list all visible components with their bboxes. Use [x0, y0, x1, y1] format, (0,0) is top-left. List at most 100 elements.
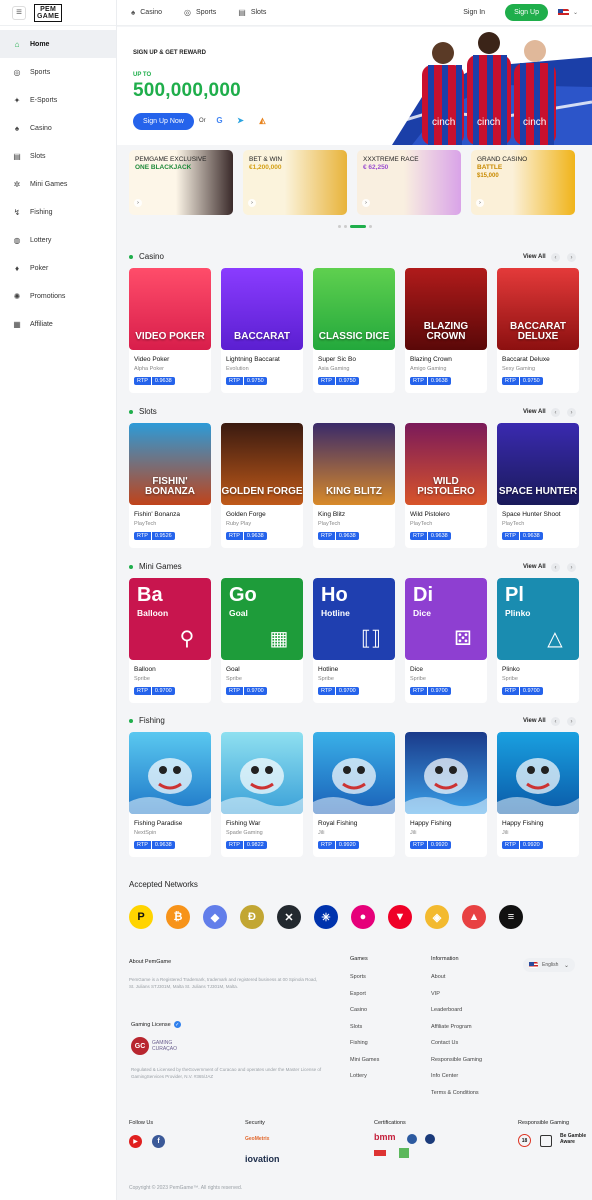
game-thumbnail[interactable]: Di Dice ⚄	[405, 578, 487, 660]
chevron-left-icon[interactable]: ‹	[551, 717, 560, 726]
sidebar-item-affiliate[interactable]: ▦ Affiliate	[0, 310, 116, 338]
game-thumbnail[interactable]	[405, 732, 487, 814]
game-thumbnail[interactable]: VIDEO POKER	[129, 268, 211, 350]
promo-card[interactable]: PEMGAME EXCLUSIVE ONE BLACKJACK ›	[129, 150, 233, 215]
game-thumbnail[interactable]	[129, 732, 211, 814]
sidebar-item-fishing[interactable]: ↯ Fishing	[0, 198, 116, 226]
game-card[interactable]: Pl Plinko △ Plinko Spribe RTP 0.9700	[497, 578, 579, 703]
footer-info-link[interactable]: Terms & Conditions	[431, 1090, 479, 1096]
game-card[interactable]: BLAZING CROWN Blazing Crown Amigo Gaming RT…	[405, 268, 487, 393]
footer-info-link[interactable]: Leaderboard	[431, 1007, 462, 1013]
game-thumbnail[interactable]: BLAZING CROWN	[405, 268, 487, 350]
sidebar-item-promotions[interactable]: ✺ Promotions	[0, 282, 116, 310]
google-login-icon[interactable]: G	[214, 115, 225, 126]
game-thumbnail[interactable]: Pl Plinko △	[497, 578, 579, 660]
game-card[interactable]: VIDEO POKER Video Poker Alpha Poker RTP 0.96…	[129, 268, 211, 393]
sidebar-item-lottery[interactable]: ◍ Lottery	[0, 226, 116, 254]
game-card[interactable]: Happy Fishing Jili RTP 0.9920	[405, 732, 487, 857]
footer-info-link[interactable]: Affiliate Program	[431, 1024, 472, 1030]
game-thumbnail[interactable]: SPACE HUNTER	[497, 423, 579, 505]
footer-games-link[interactable]: Slots	[350, 1024, 362, 1030]
game-thumbnail[interactable]	[497, 732, 579, 814]
top-nav-sports[interactable]: ◎ Sports	[184, 8, 216, 17]
game-thumbnail[interactable]	[221, 732, 303, 814]
top-nav-casino[interactable]: ♠ Casino	[131, 8, 162, 17]
footer-games-link[interactable]: Lottery	[350, 1073, 367, 1079]
arrow-right-icon[interactable]: ›	[248, 199, 256, 207]
footer-info-link[interactable]: About	[431, 974, 445, 980]
chevron-right-icon[interactable]: ›	[567, 408, 576, 417]
footer-info-link[interactable]: Info Center	[431, 1073, 458, 1079]
game-thumbnail[interactable]: Ho Hotline ⟦⟧	[313, 578, 395, 660]
chevron-left-icon[interactable]: ‹	[551, 563, 560, 572]
game-thumbnail[interactable]: Go Goal ▦	[221, 578, 303, 660]
youtube-icon[interactable]: ▶	[129, 1135, 142, 1148]
chevron-right-icon[interactable]: ›	[567, 563, 576, 572]
arrow-right-icon[interactable]: ›	[476, 199, 484, 207]
arrow-right-icon[interactable]: ›	[134, 199, 142, 207]
metamask-login-icon[interactable]: ◭	[257, 115, 268, 126]
game-card[interactable]: FISHIN' BONANZA Fishin' Bonanza PlayTech RT…	[129, 423, 211, 548]
promo-card[interactable]: BET & WIN €1,200,000 ›	[243, 150, 347, 215]
game-card[interactable]: SPACE HUNTER Space Hunter Shoot PlayTech RT…	[497, 423, 579, 548]
game-card[interactable]: CLASSIC DICE Super Sic Bo Asia Gaming RTP 0.…	[313, 268, 395, 393]
view-all-casino[interactable]: View All	[523, 254, 546, 260]
hero-signup-button[interactable]: Sign Up Now	[133, 113, 194, 130]
chevron-left-icon[interactable]: ‹	[551, 253, 560, 262]
game-card[interactable]: Fishing Paradise NextSpin RTP 0.9638	[129, 732, 211, 857]
footer-games-link[interactable]: Mini Games	[350, 1057, 379, 1063]
sidebar-item-slots[interactable]: ▤ Slots	[0, 142, 116, 170]
game-thumbnail[interactable]: GOLDEN FORGE	[221, 423, 303, 505]
game-card[interactable]: Ba Balloon ⚲ Balloon Spribe RTP 0.9700	[129, 578, 211, 703]
game-card[interactable]: Di Dice ⚄ Dice Spribe RTP 0.9700	[405, 578, 487, 703]
game-card[interactable]: Happy Fishing Jili RTP 0.9920	[497, 732, 579, 857]
game-card[interactable]: Royal Fishing Jili RTP 0.9920	[313, 732, 395, 857]
footer-info-link[interactable]: VIP	[431, 991, 440, 997]
carousel-dot[interactable]	[338, 225, 341, 228]
language-selector[interactable]: ⌄	[557, 8, 578, 17]
view-all-fishing[interactable]: View All	[523, 718, 546, 724]
chevron-right-icon[interactable]: ›	[567, 717, 576, 726]
game-card[interactable]: BACCARAT DELUXE Baccarat Deluxe Sexy Gamin…	[497, 268, 579, 393]
sign-in-link[interactable]: Sign In	[463, 9, 485, 16]
carousel-dot[interactable]	[369, 225, 372, 228]
chevron-right-icon[interactable]: ›	[567, 253, 576, 262]
sidebar-item-sports[interactable]: ◎ Sports	[0, 58, 116, 86]
menu-toggle-icon[interactable]: ≡	[12, 5, 26, 20]
pemgame-logo[interactable]: PEM GAME	[34, 3, 63, 22]
game-card[interactable]: Fishing War Spade Gaming RTP 0.9822	[221, 732, 303, 857]
game-card[interactable]: KING BLITZ King Blitz PlayTech RTP 0.9638	[313, 423, 395, 548]
game-card[interactable]: Go Goal ▦ Goal Spribe RTP 0.9700	[221, 578, 303, 703]
facebook-icon[interactable]: f	[152, 1135, 165, 1148]
sidebar-item-poker[interactable]: ♦ Poker	[0, 254, 116, 282]
carousel-dot[interactable]	[344, 225, 347, 228]
sidebar-item-e-sports[interactable]: ✦ E-Sports	[0, 86, 116, 114]
arrow-right-icon[interactable]: ›	[362, 199, 370, 207]
footer-games-link[interactable]: Fishing	[350, 1040, 368, 1046]
game-card[interactable]: GOLDEN FORGE Golden Forge Ruby Play RTP 0.96…	[221, 423, 303, 548]
top-nav-slots[interactable]: ▤ Slots	[238, 8, 266, 17]
game-thumbnail[interactable]: BACCARAT	[221, 268, 303, 350]
promo-card[interactable]: GRAND CASINO BATTLE $15,000 ›	[471, 150, 575, 215]
game-thumbnail[interactable]: FISHIN' BONANZA	[129, 423, 211, 505]
promo-card[interactable]: XXXTREME RACE € 62,250 ›	[357, 150, 461, 215]
sidebar-item-mini-games[interactable]: ✲ Mini Games	[0, 170, 116, 198]
game-card[interactable]: WILD PISTOLERO Wild Pistolero PlayTech RTP 0…	[405, 423, 487, 548]
game-thumbnail[interactable]: Ba Balloon ⚲	[129, 578, 211, 660]
game-thumbnail[interactable]	[313, 732, 395, 814]
footer-info-link[interactable]: Responsible Gaming	[431, 1057, 482, 1063]
sign-up-button[interactable]: Sign Up	[505, 4, 548, 21]
game-card[interactable]: Ho Hotline ⟦⟧ Hotline Spribe RTP 0.9700	[313, 578, 395, 703]
footer-games-link[interactable]: Sports	[350, 974, 366, 980]
view-all-mini[interactable]: View All	[523, 564, 546, 570]
game-thumbnail[interactable]: BACCARAT DELUXE	[497, 268, 579, 350]
game-card[interactable]: BACCARAT Lightning Baccarat Evolution RTP 0.…	[221, 268, 303, 393]
gaming-curacao-logo[interactable]: GC GAMING CURAÇAO	[131, 1037, 180, 1055]
game-thumbnail[interactable]: KING BLITZ	[313, 423, 395, 505]
game-thumbnail[interactable]: CLASSIC DICE	[313, 268, 395, 350]
carousel-dot-active[interactable]	[350, 225, 366, 228]
sidebar-item-home[interactable]: ⌂ Home	[0, 30, 116, 58]
footer-info-link[interactable]: Contact Us	[431, 1040, 458, 1046]
footer-games-link[interactable]: Casino	[350, 1007, 367, 1013]
telegram-login-icon[interactable]: ➤	[235, 115, 246, 126]
